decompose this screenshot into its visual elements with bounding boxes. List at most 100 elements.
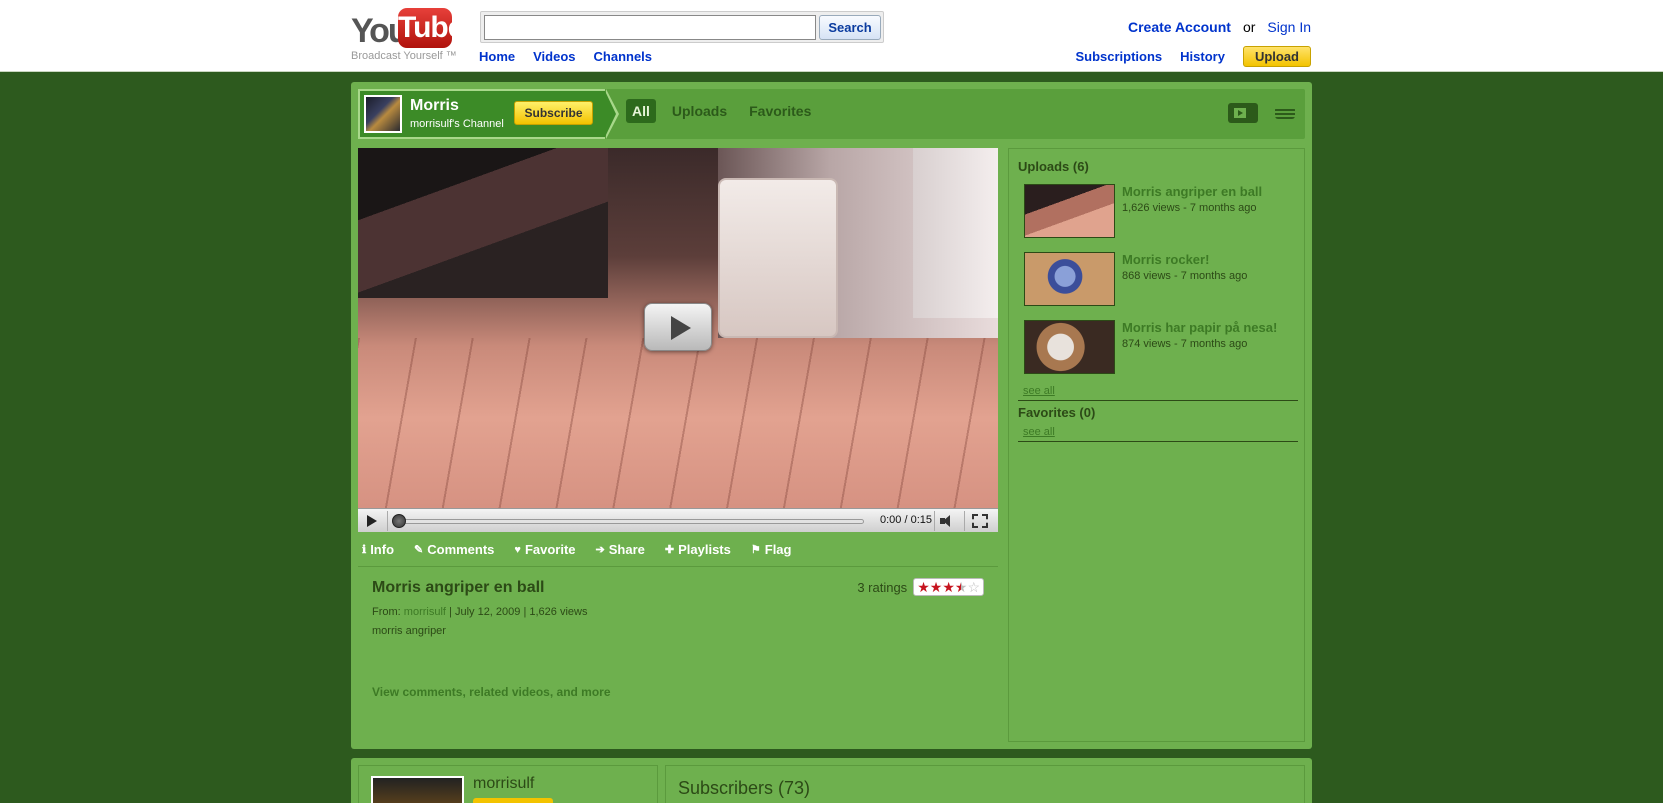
heart-icon: ♥ [514,543,521,556]
uploads-sidebar: Uploads (6) Morris angriper en ball 1,62… [1008,148,1305,742]
subscriptions-link[interactable]: Subscriptions [1075,49,1162,64]
fullscreen-icon[interactable] [972,514,988,528]
see-all-uploads-link[interactable]: see all [1023,385,1055,397]
control-divider [934,511,935,531]
time-display: 0:00 / 0:15 [880,514,932,526]
star-icon[interactable]: ★ [917,579,930,596]
tab-label: Share [608,542,645,557]
history-link[interactable]: History [1180,49,1225,64]
upload-title[interactable]: Morris har papir på nesa! [1122,320,1277,335]
video-description: morris angriper [372,625,446,637]
video-thumbnail[interactable] [1024,320,1115,374]
upload-title[interactable]: Morris angriper en ball [1122,184,1262,199]
search-bar: Search [480,11,884,43]
grid-view-icon[interactable] [1275,107,1295,119]
info-icon: ℹ [362,544,367,556]
channel-identity: Morris morrisulf's Channel Subscribe [358,89,619,139]
video-frame[interactable] [358,148,998,508]
plus-icon: ✚ [664,544,675,556]
ratings: 3 ratings ★ ★ ★ ★ ☆ [857,578,984,596]
tab-favorite[interactable]: ♥ Favorite [514,542,575,557]
list-item[interactable]: Morris rocker! 868 views - 7 months ago [1024,252,1304,308]
tab-info[interactable]: ℹ Info [362,542,394,557]
subscribers-module: Subscribers (73) [665,765,1305,803]
channel-header: Morris morrisulf's Channel Subscribe All… [358,89,1305,139]
from-label: From: [372,606,401,618]
tab-favorites[interactable]: Favorites [743,99,817,123]
logo-tagline: Broadcast Yourself ™ [351,50,457,62]
view-count: 1,626 views [529,606,588,618]
upload-meta: 1,626 views - 7 months ago [1122,202,1257,214]
video-action-tabs: ℹ Info ✎ Comments ♥ Favorite ➔ Share ✚ Playli… [362,542,791,557]
tab-comments[interactable]: ✎ Comments [414,542,494,557]
flag-icon: ⚑ [750,544,761,556]
volume-icon[interactable] [940,515,956,527]
video-info-panel: Morris angriper en ball From: morrisulf … [358,566,998,742]
uploader-link[interactable]: morrisulf [404,606,446,618]
upload-meta: 868 views - 7 months ago [1122,270,1248,282]
player-view-icon[interactable] [1228,103,1258,123]
divider [1018,400,1298,401]
channel-avatar[interactable] [364,95,402,133]
tab-playlists[interactable]: ✚ Playlists [665,542,731,557]
channel-tabs: All Uploads Favorites [626,99,817,123]
bottom-modules: morrisulf Subscribers (73) [351,758,1312,803]
ratings-count: 3 ratings [857,579,908,595]
subscribe-button[interactable]: Subscribe [514,101,593,125]
create-account-link[interactable]: Create Account [1128,19,1231,35]
star-icon[interactable]: ☆ [967,579,980,596]
arrow-right-icon: ➔ [595,544,605,556]
upload-meta: 874 views - 7 months ago [1122,338,1248,350]
user-nav: Subscriptions History Upload [1075,46,1311,67]
play-icon[interactable] [367,515,377,527]
see-all-favorites-link[interactable]: see all [1023,426,1055,438]
tab-label: Flag [764,542,792,557]
video-thumbnail[interactable] [1024,252,1115,306]
tab-label: Info [370,542,395,557]
active-tab-pointer [375,559,387,566]
control-divider [964,511,965,531]
seek-bar[interactable] [394,519,864,524]
tab-share[interactable]: ➔ Share [596,542,645,557]
tab-all[interactable]: All [626,99,656,123]
upload-button[interactable]: Upload [1242,46,1311,67]
nav-home[interactable]: Home [479,49,515,64]
profile-subscribe-button[interactable] [473,798,553,803]
big-play-icon[interactable] [644,303,712,351]
star-rating[interactable]: ★ ★ ★ ★ ☆ [913,578,984,596]
nav-channels[interactable]: Channels [594,49,653,64]
comment-icon: ✎ [414,544,424,556]
search-input[interactable] [484,15,816,40]
more-link[interactable]: View comments, related videos, and more [372,685,611,699]
seek-handle[interactable] [392,514,406,528]
sign-in-link[interactable]: Sign In [1267,19,1311,35]
star-icon[interactable]: ★ [930,579,943,596]
or-text: or [1242,19,1256,35]
masthead: You Tube Broadcast Yourself ™ Search Hom… [0,0,1663,72]
profile-module: morrisulf [358,765,658,803]
channel-name[interactable]: Morris [410,97,459,115]
video-scene-door [913,148,998,318]
video-title: Morris angriper en ball [372,579,545,596]
channel-subtitle: morrisulf's Channel [410,118,504,130]
star-icon[interactable]: ★ [955,579,968,596]
upload-date: July 12, 2009 [454,606,521,618]
video-thumbnail[interactable] [1024,184,1115,238]
main-nav: Home Videos Channels [479,49,652,64]
list-item[interactable]: Morris angriper en ball 1,626 views - 7 … [1024,184,1304,240]
search-button[interactable]: Search [819,15,881,40]
subscribers-title: Subscribers (73) [678,778,811,798]
tab-uploads[interactable]: Uploads [666,99,733,123]
video-player: 0:00 / 0:15 [358,148,998,532]
video-scene-shelf [358,148,608,298]
favorites-heading: Favorites (0) [1018,405,1096,420]
list-item[interactable]: Morris har papir på nesa! 874 views - 7 … [1024,320,1304,376]
star-icon[interactable]: ★ [942,579,955,596]
tab-label: Playlists [678,542,731,557]
nav-videos[interactable]: Videos [533,49,575,64]
uploads-heading: Uploads (6) [1018,159,1089,174]
profile-avatar[interactable] [371,776,464,803]
upload-title[interactable]: Morris rocker! [1122,252,1209,267]
profile-name[interactable]: morrisulf [473,775,534,793]
tab-flag[interactable]: ⚑ Flag [751,542,792,557]
